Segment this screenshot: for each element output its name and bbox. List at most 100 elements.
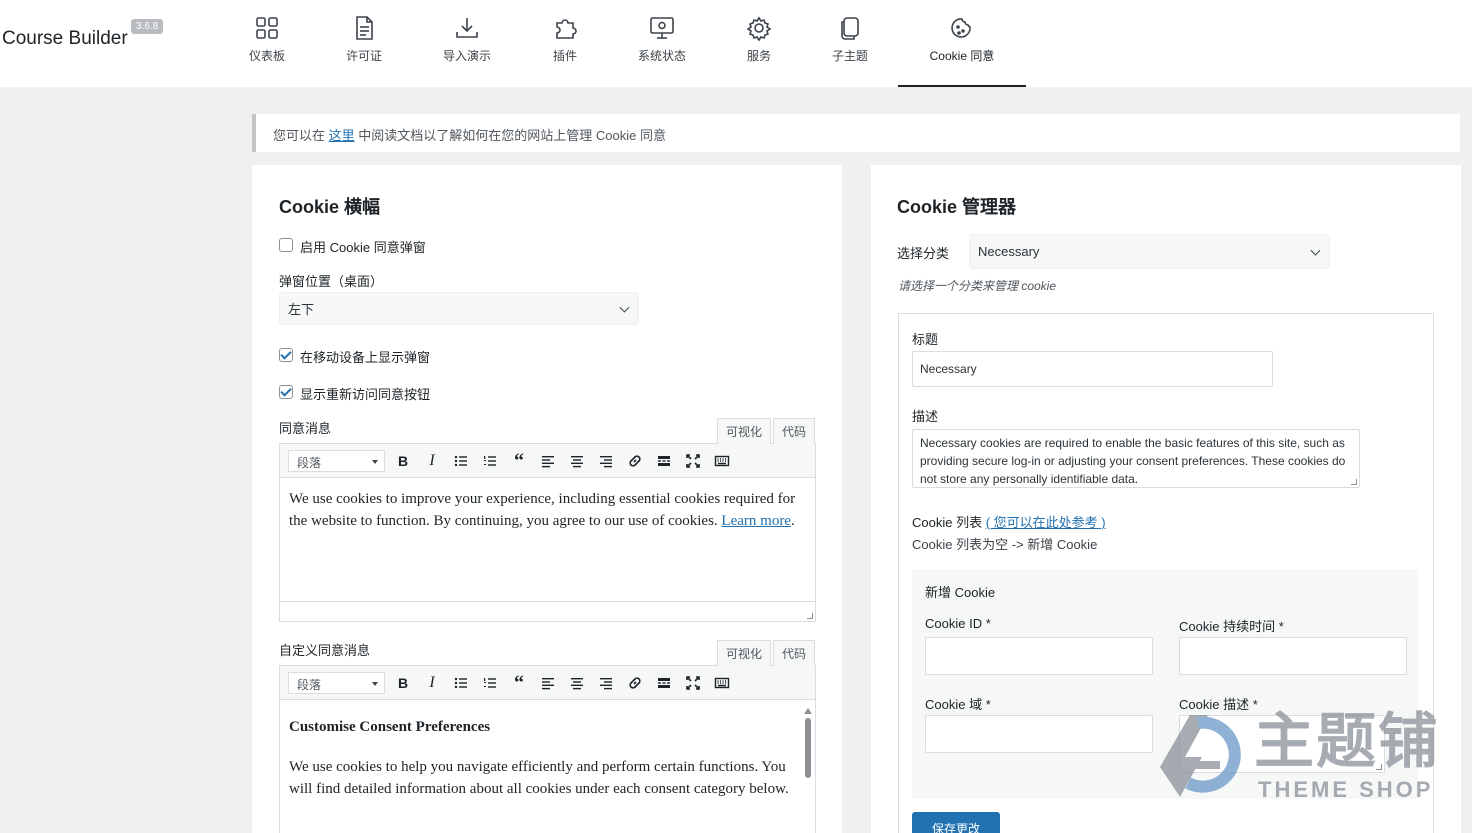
download-icon bbox=[453, 14, 481, 42]
tab-label: 插件 bbox=[552, 49, 577, 63]
custom-consent-editor: 可视化 代码 段落 B I “ Customise Consent Prefer… bbox=[279, 640, 816, 833]
tab-cookie-consent[interactable]: Cookie 同意 bbox=[898, 0, 1026, 87]
category-value: Necessary bbox=[978, 244, 1040, 259]
read-more-icon[interactable] bbox=[655, 452, 673, 470]
cookie-banner-title: Cookie 横幅 bbox=[279, 197, 381, 217]
bullet-list-icon[interactable] bbox=[452, 452, 470, 470]
custom-consent-content[interactable]: Customise Consent Preferences We use coo… bbox=[280, 700, 815, 810]
tab-import-demo[interactable]: 导入演示 bbox=[432, 0, 502, 87]
revisit-button-checkbox[interactable] bbox=[279, 385, 293, 399]
tab-services[interactable]: 服务 bbox=[734, 0, 784, 87]
custom-consent-heading: Customise Consent Preferences bbox=[289, 719, 491, 735]
tab-code[interactable]: 代码 bbox=[772, 640, 815, 666]
tab-license[interactable]: 许可证 bbox=[334, 0, 394, 87]
save-changes-button[interactable]: 保存更改 bbox=[912, 812, 1000, 833]
format-select[interactable]: 段落 bbox=[288, 672, 385, 694]
description-textarea[interactable]: Necessary cookies are required to enable… bbox=[912, 429, 1360, 488]
tab-visual[interactable]: 可视化 bbox=[716, 640, 771, 666]
link-icon[interactable] bbox=[626, 452, 644, 470]
italic-icon[interactable]: I bbox=[423, 674, 441, 692]
watermark-text-main: 主题铺 bbox=[1254, 707, 1440, 777]
dashboard-icon bbox=[253, 14, 281, 42]
blockquote-icon[interactable]: “ bbox=[510, 672, 528, 694]
editor-toolbar: 段落 B I “ bbox=[280, 444, 815, 478]
version-badge: 3.6.8 bbox=[131, 19, 164, 34]
watermark-logo-icon bbox=[1150, 705, 1250, 805]
consent-message-label: 同意消息 bbox=[279, 421, 332, 436]
scroll-up-icon[interactable] bbox=[804, 704, 812, 714]
fullscreen-icon[interactable] bbox=[684, 452, 702, 470]
enable-popup-checkbox[interactable] bbox=[279, 238, 293, 252]
cookie-duration-input[interactable] bbox=[1179, 637, 1407, 675]
tab-label: Cookie 同意 bbox=[929, 49, 995, 63]
tab-code[interactable]: 代码 bbox=[772, 418, 815, 444]
editor-mode-tabs: 可视化 代码 bbox=[716, 418, 815, 444]
bullet-list-icon[interactable] bbox=[452, 674, 470, 692]
tab-label: 导入演示 bbox=[442, 49, 491, 63]
numbered-list-icon[interactable] bbox=[481, 674, 499, 692]
bold-icon[interactable]: B bbox=[394, 452, 412, 470]
scroll-thumb[interactable] bbox=[805, 718, 811, 778]
copy-icon bbox=[836, 14, 864, 42]
editor-scrollbar[interactable] bbox=[803, 704, 813, 833]
tab-visual[interactable]: 可视化 bbox=[716, 418, 771, 444]
align-center-icon[interactable] bbox=[568, 452, 586, 470]
custom-consent-label: 自定义同意消息 bbox=[279, 643, 371, 658]
toolbar-toggle-icon[interactable] bbox=[713, 452, 731, 470]
puzzle-icon bbox=[551, 14, 579, 42]
bold-icon[interactable]: B bbox=[394, 674, 412, 692]
align-right-icon[interactable] bbox=[597, 452, 615, 470]
notice-doc-link[interactable]: 这里 bbox=[329, 128, 355, 143]
category-select[interactable]: Necessary bbox=[969, 234, 1330, 269]
cookie-list-heading: Cookie 列表 ( 您可以在此处参考 ) bbox=[912, 512, 1106, 531]
consent-message-content[interactable]: We use cookies to improve your experienc… bbox=[280, 478, 815, 542]
format-select[interactable]: 段落 bbox=[288, 450, 385, 472]
resize-handle-icon[interactable] bbox=[1351, 479, 1357, 485]
description-text: Necessary cookies are required to enable… bbox=[920, 436, 1346, 486]
align-right-icon[interactable] bbox=[597, 674, 615, 692]
align-left-icon[interactable] bbox=[539, 452, 557, 470]
align-center-icon[interactable] bbox=[568, 674, 586, 692]
resize-handle-icon[interactable] bbox=[807, 613, 813, 619]
mobile-popup-checkbox[interactable] bbox=[279, 348, 293, 362]
align-left-icon[interactable] bbox=[539, 674, 557, 692]
title-input[interactable]: Necessary bbox=[912, 351, 1273, 387]
consent-message-text: We use cookies to improve your experienc… bbox=[289, 491, 796, 529]
link-icon[interactable] bbox=[626, 674, 644, 692]
blockquote-icon[interactable]: “ bbox=[510, 450, 528, 472]
cookie-id-input[interactable] bbox=[925, 637, 1153, 675]
tab-system-status[interactable]: 系统状态 bbox=[626, 0, 698, 87]
learn-more-link[interactable]: Learn more bbox=[721, 513, 791, 529]
watermark-text: 主题铺 bbox=[1254, 705, 1440, 779]
cookie-domain-input[interactable] bbox=[925, 715, 1153, 753]
editor-statusbar bbox=[280, 601, 815, 621]
monitor-gear-icon bbox=[648, 14, 676, 42]
popup-position-select[interactable]: 左下 bbox=[279, 292, 639, 325]
toolbar-toggle-icon[interactable] bbox=[713, 674, 731, 692]
consent-message-end: . bbox=[790, 513, 795, 529]
cookie-duration-label: Cookie 持续时间 * bbox=[1179, 619, 1284, 634]
editor-toolbar: 段落 B I “ bbox=[280, 666, 815, 700]
top-navigation: Course Builder 3.6.8 仪表板 许可证 导入演示 插件 系统状… bbox=[0, 0, 1472, 87]
editor-mode-tabs: 可视化 代码 bbox=[716, 640, 815, 666]
chevron-down-icon bbox=[1310, 245, 1321, 256]
fullscreen-icon[interactable] bbox=[684, 674, 702, 692]
notice-text-before: 您可以在 bbox=[273, 128, 329, 143]
notice-text-after: 中阅读文档以了解如何在您的网站上管理 Cookie 同意 bbox=[354, 128, 666, 143]
read-more-icon[interactable] bbox=[655, 674, 673, 692]
brand-name: Course Builder bbox=[2, 28, 128, 49]
category-label: 选择分类 bbox=[897, 246, 950, 261]
tab-child-theme[interactable]: 子主题 bbox=[820, 0, 880, 87]
tab-dashboard[interactable]: 仪表板 bbox=[236, 0, 298, 87]
tab-label: 仪表板 bbox=[248, 49, 285, 63]
numbered-list-icon[interactable] bbox=[481, 452, 499, 470]
enable-popup-label: 启用 Cookie 同意弹窗 bbox=[300, 240, 426, 255]
document-icon bbox=[350, 14, 378, 42]
tab-plugins[interactable]: 插件 bbox=[538, 0, 592, 87]
cookie-list-reference-link[interactable]: ( 您可以在此处参考 ) bbox=[986, 515, 1106, 530]
italic-icon[interactable]: I bbox=[423, 452, 441, 470]
cookie-list-empty: Cookie 列表为空 -> 新增 Cookie bbox=[912, 537, 1098, 552]
cookie-domain-label: Cookie 域 * bbox=[925, 697, 991, 712]
popup-position-label: 弹窗位置（桌面） bbox=[279, 274, 384, 289]
cookie-manager-title: Cookie 管理器 bbox=[897, 197, 1017, 217]
